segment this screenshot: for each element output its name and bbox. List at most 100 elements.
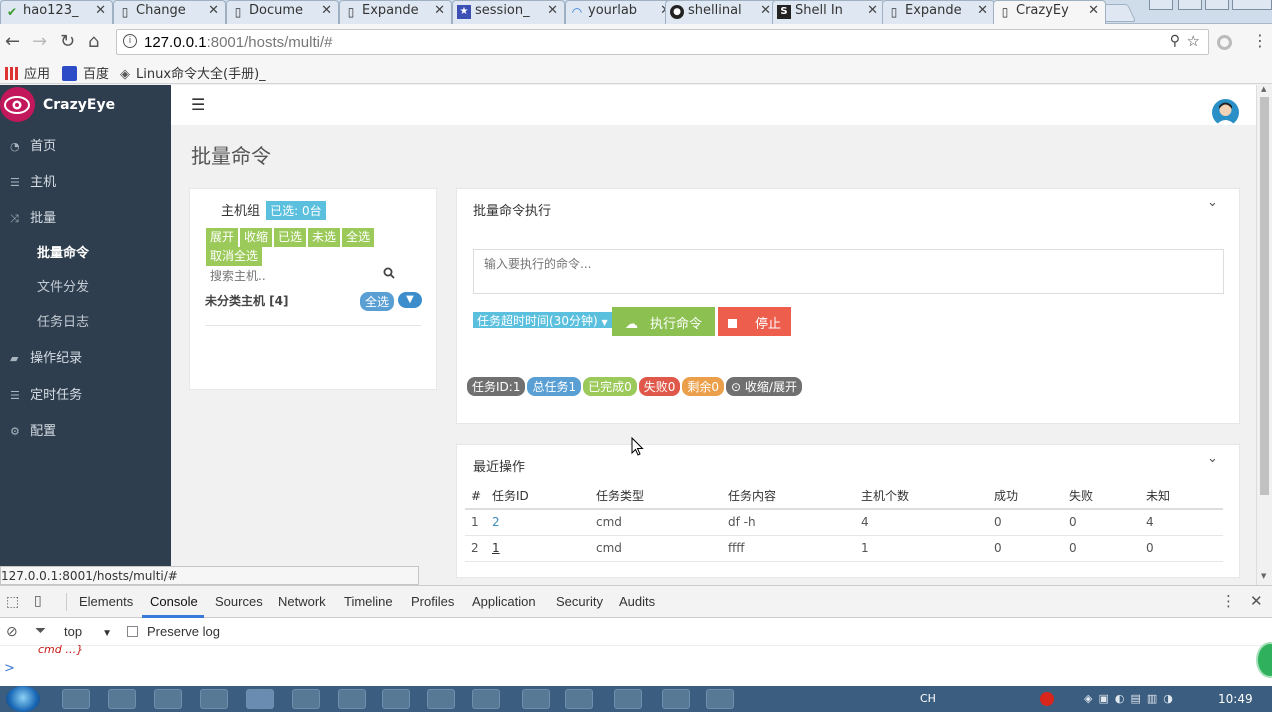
console-prompt[interactable]: > [4, 661, 15, 676]
close-tab-icon[interactable]: ✕ [867, 3, 878, 18]
sidebar-subitem-batch-command[interactable]: 批量命令 [37, 242, 89, 261]
collapse-chevron-icon[interactable]: ⌄ [1207, 451, 1218, 466]
taskbar-app-icon[interactable] [292, 689, 320, 709]
command-textarea[interactable] [473, 249, 1224, 294]
page-scrollbar[interactable]: ▲ ▼ [1256, 85, 1272, 585]
deselect-all-button[interactable]: 取消全选 [206, 247, 263, 266]
devtools-menu-icon[interactable]: ⋮ [1221, 592, 1236, 610]
sidebar-item-config[interactable]: ⚙ 配置 [0, 410, 171, 444]
bookmark-linux[interactable]: ◈ Linux命令大全(手册)_ [120, 63, 266, 82]
maximize-button[interactable] [1205, 0, 1229, 10]
brand[interactable]: CrazyEye [0, 85, 171, 125]
devtools-tab-application[interactable]: Application [472, 594, 536, 609]
expand-button[interactable]: 展开 [206, 228, 239, 247]
selected-button[interactable]: 已选 [274, 228, 307, 247]
extension-icon[interactable] [1217, 35, 1232, 50]
scroll-down-icon[interactable]: ▼ [1261, 572, 1266, 580]
taskbar-app-icon[interactable] [108, 689, 136, 709]
tray-app-icon[interactable] [1040, 692, 1054, 706]
zoom-icon[interactable]: ⚲ [1170, 33, 1180, 49]
toggle-collapse-badge[interactable]: ⊙ 收缩/展开 [726, 377, 802, 396]
browser-tab[interactable]: ✔ hao123_ ✕ [0, 0, 113, 24]
device-mode-icon[interactable]: ▯ [34, 593, 42, 609]
devtools-close-icon[interactable]: ✕ [1250, 592, 1263, 610]
task-id-link[interactable]: 1 [492, 535, 596, 562]
chrome-taskbar-icon[interactable] [246, 689, 274, 709]
devtools-tab-network[interactable]: Network [278, 594, 326, 609]
task-id-link[interactable]: 2 [492, 509, 596, 536]
browser-tab[interactable]: ▯ Expande ✕ [339, 0, 452, 24]
home-icon[interactable]: ⌂ [88, 32, 99, 52]
context-selector[interactable]: top ▼ [64, 624, 112, 639]
user-button[interactable] [1178, 0, 1202, 10]
address-bar[interactable]: i 127.0.0.1:8001/hosts/multi/# ⚲ ☆ [116, 29, 1209, 55]
scroll-up-icon[interactable]: ▲ [1261, 85, 1266, 93]
close-tab-icon[interactable]: ✕ [434, 3, 445, 18]
sidebar-subitem-file-transfer[interactable]: 文件分发 [37, 276, 89, 295]
devtools-tab-timeline[interactable]: Timeline [344, 594, 393, 609]
hamburger-menu-icon[interactable]: ☰ [191, 95, 205, 114]
bookmark-baidu[interactable]: 百度 [62, 63, 109, 82]
close-tab-icon[interactable]: ✕ [208, 3, 219, 18]
host-group-name[interactable]: 未分类主机 [4] [205, 292, 289, 309]
system-tray-icons[interactable]: ◈▣◐▤▥◑ [1084, 692, 1224, 706]
group-select-all-button[interactable]: 全选 [360, 292, 395, 311]
taskbar-app-icon[interactable] [382, 689, 410, 709]
browser-tab[interactable]: ▯ Expande ✕ [882, 0, 995, 24]
close-tab-icon[interactable]: ✕ [977, 3, 988, 18]
host-search-input[interactable] [210, 267, 400, 285]
taskbar-app-icon[interactable] [522, 689, 550, 709]
bookmark-star-icon[interactable]: ☆ [1187, 32, 1200, 50]
chevron-down-icon[interactable]: ▼ [398, 292, 422, 308]
sidebar-item-batch[interactable]: ⤨ 批量 [0, 197, 171, 231]
minimize-button[interactable] [1149, 0, 1173, 10]
close-tab-icon[interactable]: ✕ [1088, 3, 1099, 18]
taskbar-app-icon[interactable] [200, 689, 228, 709]
taskbar-app-icon[interactable] [614, 689, 642, 709]
preserve-log-checkbox[interactable] [127, 626, 138, 637]
scrollbar-thumb[interactable] [1260, 97, 1269, 495]
browser-tab[interactable]: ● shellinal ✕ [665, 0, 778, 24]
browser-tab-active[interactable]: ▯ CrazyEy ✕ [993, 0, 1106, 24]
stop-button[interactable]: 停止 [718, 307, 791, 336]
filter-icon[interactable]: ⏷ [35, 622, 46, 639]
taskbar-app-icon[interactable] [662, 689, 690, 709]
timeout-dropdown[interactable]: 任务超时时间(30分钟) ▼ [473, 312, 612, 328]
browser-tab[interactable]: ★ session_ ✕ [452, 0, 565, 24]
taskbar-app-icon[interactable] [62, 689, 90, 709]
taskbar-app-icon[interactable] [154, 689, 182, 709]
pycharm-taskbar-icon[interactable] [427, 689, 455, 709]
select-all-button[interactable]: 全选 [342, 228, 375, 247]
close-tab-icon[interactable]: ✕ [321, 3, 332, 18]
browser-tab[interactable]: ▯ Docume ✕ [226, 0, 339, 24]
close-tab-icon[interactable]: ✕ [760, 3, 771, 18]
inspect-element-icon[interactable]: ⬚ [6, 594, 19, 610]
sidebar-item-home[interactable]: ◔ 首页 [0, 125, 171, 159]
avatar[interactable] [1212, 99, 1239, 126]
browser-tab[interactable]: ◠yourlab✕ [565, 0, 678, 24]
start-button[interactable] [6, 686, 40, 712]
back-icon[interactable]: ← [5, 32, 20, 52]
reload-icon[interactable]: ↻ [60, 32, 75, 52]
browser-tab[interactable]: S Shell In ✕ [772, 0, 885, 24]
devtools-tab-elements[interactable]: Elements [79, 594, 133, 609]
devtools-tab-audits[interactable]: Audits [619, 594, 655, 609]
devtools-tab-security[interactable]: Security [556, 594, 603, 609]
sidebar-subitem-task-log[interactable]: 任务日志 [37, 311, 89, 330]
bookmark-apps[interactable]: 应用 [5, 63, 50, 82]
sidebar-item-schedule[interactable]: ☰ 定时任务 [0, 374, 171, 408]
devtools-tab-console[interactable]: Console [150, 594, 198, 609]
collapse-button[interactable]: 收缩 [240, 228, 273, 247]
forward-icon[interactable]: → [32, 32, 47, 52]
info-icon[interactable]: i [123, 34, 137, 48]
devtools-tab-sources[interactable]: Sources [215, 594, 263, 609]
sidebar-item-hosts[interactable]: ☰ 主机 [0, 161, 171, 195]
taskbar-app-icon[interactable] [472, 689, 500, 709]
run-command-button[interactable]: ☁ 执行命令 [612, 307, 715, 336]
unselected-button[interactable]: 未选 [308, 228, 341, 247]
word-taskbar-icon[interactable] [338, 689, 366, 709]
menu-kebab-icon[interactable]: ⋮ [1252, 32, 1268, 50]
clear-console-icon[interactable]: ⊘ [6, 623, 18, 640]
browser-tab[interactable]: ▯ Change ✕ [113, 0, 226, 24]
collapse-chevron-icon[interactable]: ⌄ [1207, 195, 1218, 210]
